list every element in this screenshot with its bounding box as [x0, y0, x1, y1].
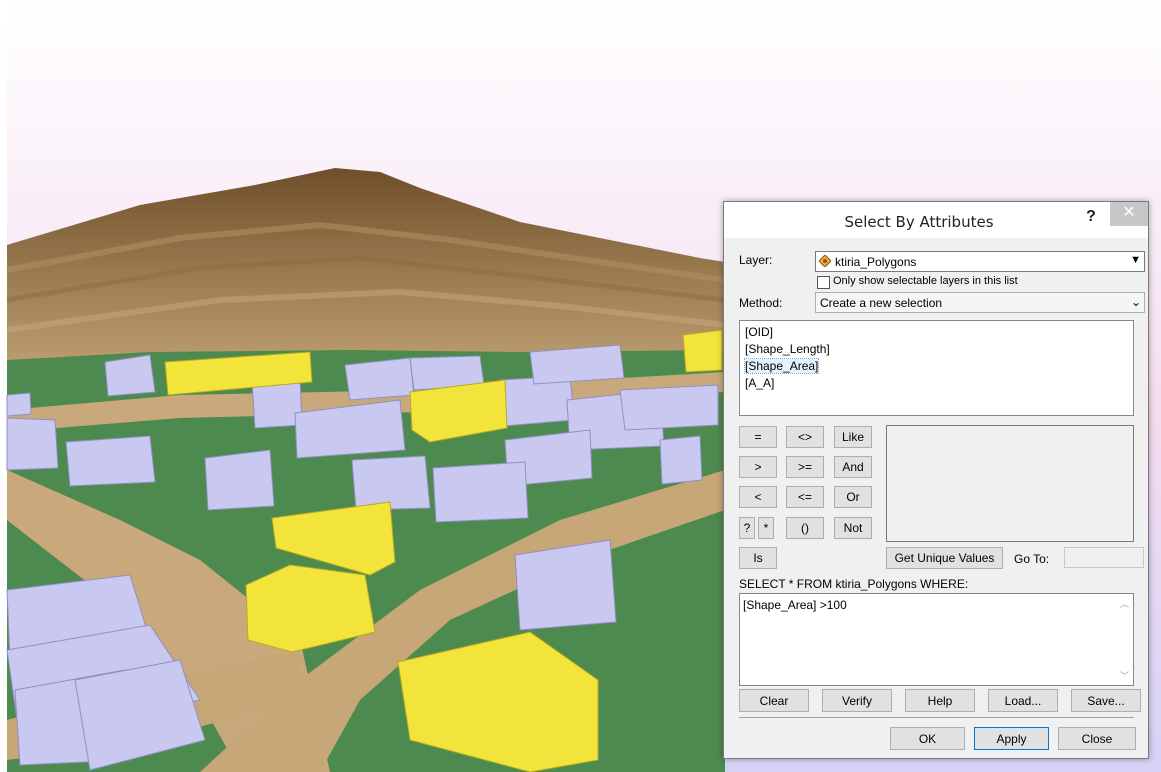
operator-greater-equal-button[interactable]: >= [786, 456, 824, 478]
method-label: Method: [739, 296, 783, 310]
dropdown-arrow-icon: ▼ [1130, 254, 1141, 266]
layer-combo[interactable]: ktiria_Polygons ▼ [815, 251, 1145, 272]
verify-button[interactable]: Verify [822, 689, 892, 712]
operator-like-button[interactable]: Like [834, 426, 872, 448]
scroll-up-icon[interactable]: ︿ [1120, 597, 1129, 610]
help-button[interactable]: Help [905, 689, 975, 712]
field-item-shape-length[interactable]: [Shape_Length] [745, 342, 830, 356]
operator-less-equal-button[interactable]: <= [786, 486, 824, 508]
field-item-oid[interactable]: [OID] [745, 325, 773, 339]
operator-parentheses-button[interactable]: () [786, 517, 824, 539]
layer-combo-value: ktiria_Polygons [835, 255, 917, 269]
close-button[interactable]: Close [1058, 727, 1136, 750]
unique-values-list[interactable] [886, 425, 1134, 542]
polygon-layer-icon [818, 254, 832, 268]
only-selectable-label: Only show selectable layers in this list [833, 275, 1018, 287]
operator-equals-button[interactable]: = [739, 426, 777, 448]
expression-textarea[interactable]: [Shape_Area] >100 ︿ ﹀ [739, 593, 1134, 686]
select-by-attributes-dialog: Select By Attributes ? ✕ Layer: ktiria_P… [723, 201, 1149, 759]
method-combo-value: Create a new selection [820, 296, 943, 310]
operator-or-button[interactable]: Or [834, 486, 872, 508]
method-combo[interactable]: Create a new selection ⌄ [815, 292, 1145, 313]
separator [739, 717, 1134, 718]
operator-is-button[interactable]: Is [739, 547, 777, 569]
field-list[interactable]: [OID] [Shape_Length] [Shape_Area] [A_A] [739, 320, 1134, 416]
field-item-a-a[interactable]: [A_A] [745, 376, 774, 390]
operator-and-button[interactable]: And [834, 456, 872, 478]
expression-text: [Shape_Area] >100 [743, 598, 847, 612]
apply-button[interactable]: Apply [974, 727, 1049, 750]
expression-scrollbar[interactable]: ︿ ﹀ [1116, 594, 1133, 685]
help-icon[interactable]: ? [1079, 206, 1103, 228]
dialog-title: Select By Attributes [844, 213, 994, 231]
field-item-shape-area[interactable]: [Shape_Area] [743, 358, 820, 374]
go-to-input[interactable] [1064, 547, 1144, 568]
get-unique-values-button[interactable]: Get Unique Values [886, 547, 1003, 569]
ok-button[interactable]: OK [890, 727, 965, 750]
operator-less-button[interactable]: < [739, 486, 777, 508]
close-icon[interactable]: ✕ [1110, 202, 1148, 226]
operator-not-button[interactable]: Not [834, 517, 872, 539]
select-from-label: SELECT * FROM ktiria_Polygons WHERE: [739, 577, 969, 591]
scroll-down-icon[interactable]: ﹀ [1120, 669, 1129, 682]
layer-label: Layer: [739, 253, 773, 267]
operator-greater-button[interactable]: > [739, 456, 777, 478]
clear-button[interactable]: Clear [739, 689, 809, 712]
operator-wildcard-string-button[interactable]: * [758, 517, 774, 539]
dialog-titlebar[interactable]: Select By Attributes ? ✕ [724, 202, 1148, 238]
go-to-label: Go To: [1014, 552, 1050, 566]
only-selectable-checkbox[interactable] [817, 276, 830, 289]
operator-wildcard-char-button[interactable]: ? [739, 517, 755, 539]
chevron-down-icon: ⌄ [1130, 295, 1141, 309]
save-button[interactable]: Save... [1071, 689, 1141, 712]
operator-not-equal-button[interactable]: <> [786, 426, 824, 448]
load-button[interactable]: Load... [988, 689, 1058, 712]
